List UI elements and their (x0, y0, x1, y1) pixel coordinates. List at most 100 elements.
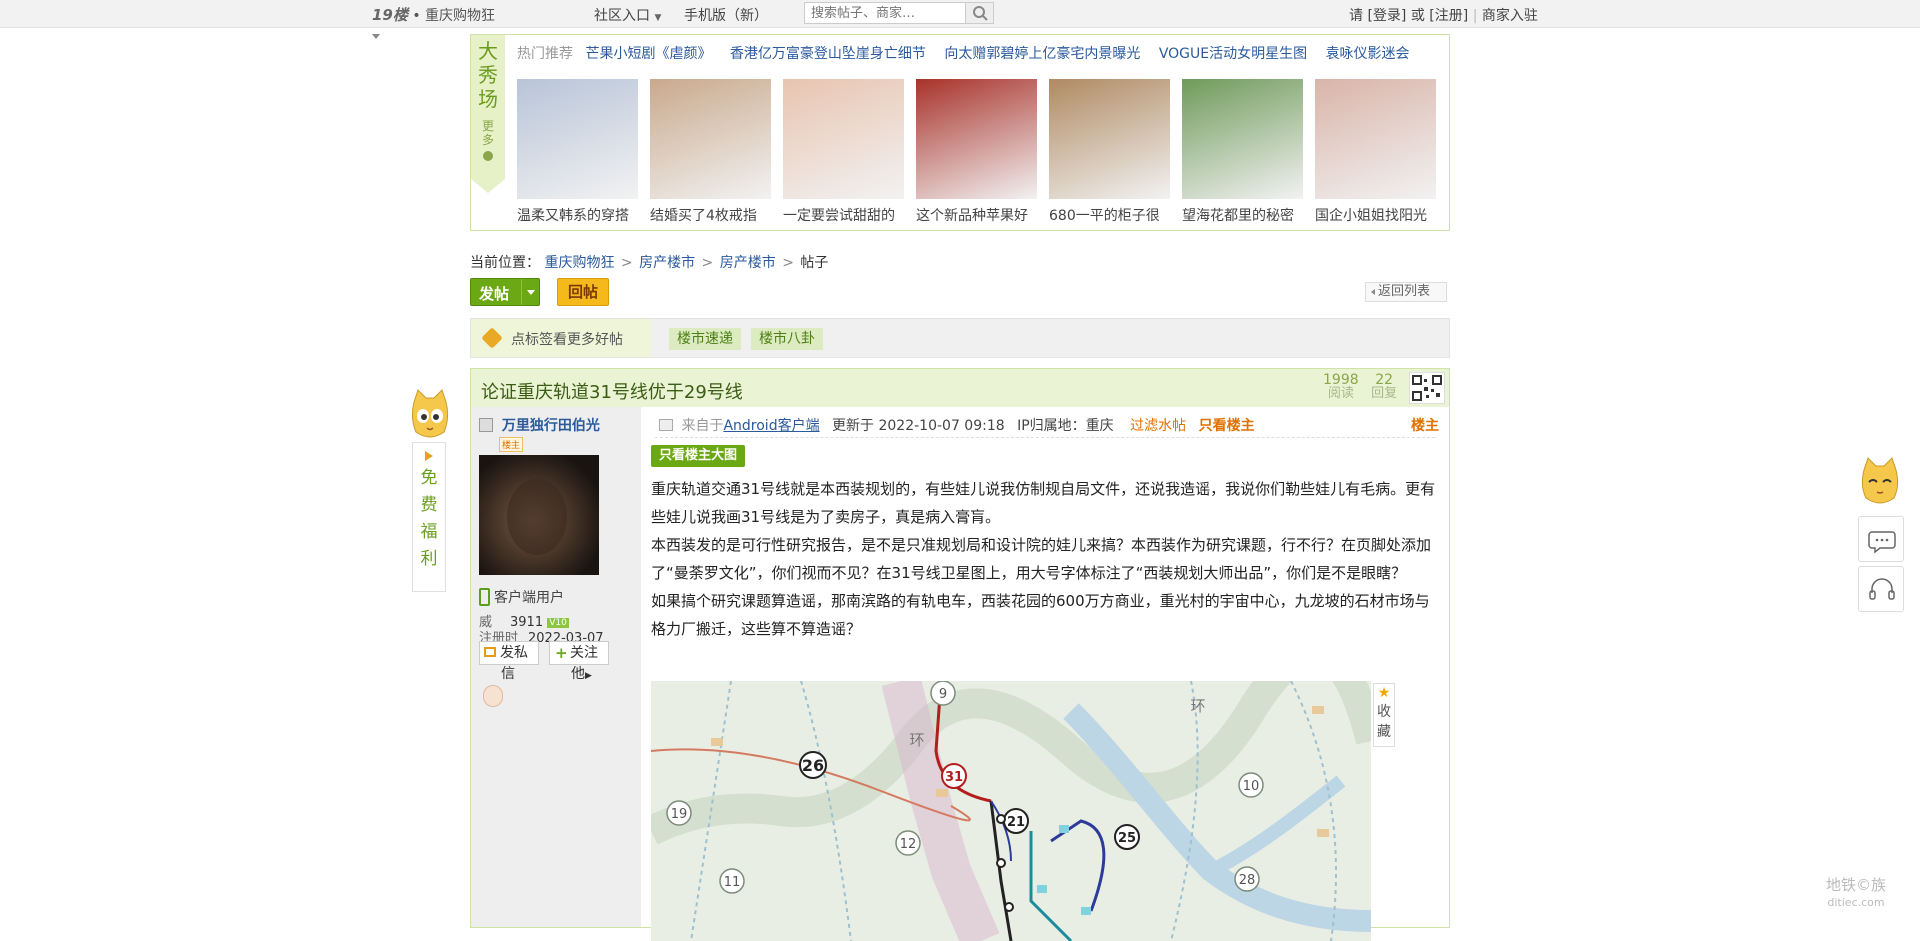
chevron-right-icon: ▶ (585, 671, 592, 681)
thumbnail-image[interactable] (650, 79, 771, 199)
thumbnail-item[interactable]: 680一平的柜子很 (1049, 79, 1170, 225)
author-name-row: 万里独行田伯光 (479, 415, 600, 435)
thumbnail-image[interactable] (517, 79, 638, 199)
hot-link[interactable]: 向太赠郭碧婷上亿豪宅内景曝光 (944, 46, 1140, 62)
thumbnail-item[interactable]: 温柔又韩系的穿搭 (517, 79, 638, 225)
thread-title-bar: 论证重庆轨道31号线优于29号线 1998 阅读 22 回复 (471, 369, 1449, 407)
mobile-version-link[interactable]: 手机版（新） (684, 5, 768, 25)
reply-button[interactable]: 回帖 (557, 278, 609, 306)
follow-button[interactable]: 关注 (549, 641, 609, 665)
only-owner-link[interactable]: 只看楼主 (1199, 418, 1255, 434)
edit-icon (659, 419, 673, 431)
thumbnail-caption[interactable]: 温柔又韩系的穿搭 (517, 205, 638, 225)
breadcrumb-link[interactable]: 房产楼市 (639, 255, 695, 271)
thumbnail-caption[interactable]: 国企小姐姐找阳光 (1315, 205, 1436, 225)
chat-icon (1868, 531, 1896, 554)
star-icon: ★ (1377, 685, 1391, 701)
breadcrumb-label: 当前位置： (470, 255, 540, 271)
showcase-tag[interactable]: 大秀场 更多 (471, 35, 505, 193)
chat-button[interactable] (1858, 516, 1904, 562)
breadcrumb-link[interactable]: 房产楼市 (720, 255, 776, 271)
breadcrumb: 当前位置： 重庆购物狂 > 房产楼市 > 房产楼市 > 帖子 (470, 252, 828, 272)
right-float-toolbar (1858, 456, 1906, 612)
breadcrumb-current: 帖子 (800, 255, 829, 271)
follow-label-cont: 他▶ (571, 663, 592, 683)
search-input[interactable] (805, 3, 965, 23)
site-name: 重庆购物狂 (425, 8, 496, 24)
site-brand[interactable]: 19楼 • 重庆购物狂 (372, 4, 495, 25)
watermark: 地铁©族 ditiec.com (1826, 876, 1886, 912)
search-button[interactable] (965, 3, 993, 23)
hot-link[interactable]: VOGUE活动女明星生图 (1159, 46, 1307, 62)
post-paragraph: 如果搞个研究课题算造谣，那南滨路的有轨电车，西装花园的600万方商业，重光村的宇… (651, 592, 1430, 638)
breadcrumb-separator: > (620, 255, 633, 271)
thumbnail-caption[interactable]: 望海花都里的秘密 (1182, 205, 1303, 225)
tag-chip[interactable]: 楼市速递 (669, 328, 741, 350)
back-to-list-button[interactable]: 返回列表 (1365, 282, 1447, 302)
play-icon (425, 451, 433, 461)
showcase-banner: 大秀场 更多 热门推荐 芒果小短剧《虐颜》 香港亿万富豪登山坠崖身亡细节 向太赠… (470, 34, 1450, 231)
thumbnail-item[interactable]: 望海花都里的秘密 (1182, 79, 1303, 225)
thumbnail-item[interactable]: 国企小姐姐找阳光 (1315, 79, 1436, 225)
thumbnail-item[interactable]: 这个新品种苹果好 (916, 79, 1037, 225)
new-post-button[interactable]: 发帖 (470, 278, 540, 306)
map-label: 31 (945, 770, 963, 785)
community-entry-menu[interactable]: 社区入口 ▼ (594, 5, 661, 25)
thumbnail-caption[interactable]: 结婚买了4枚戒指 (650, 205, 771, 225)
send-message-button[interactable]: 发私 (479, 641, 539, 665)
source-link[interactable]: Android客户端 (723, 418, 819, 434)
post-map-image[interactable]: 26 19 12 11 9 环 31 21 25 环 10 28 (651, 681, 1371, 941)
views-label: 阅读 (1327, 386, 1354, 401)
only-owner-images-button[interactable]: 只看楼主大图 (651, 445, 746, 467)
qr-code-icon[interactable] (1409, 372, 1445, 404)
cat-mascot-icon[interactable] (1858, 456, 1902, 508)
map-label: 12 (900, 837, 917, 852)
post-options-dropdown[interactable] (521, 279, 539, 305)
headset-icon (1869, 578, 1895, 600)
dropdown-arrow-icon[interactable] (372, 34, 380, 39)
map-label: 25 (1118, 831, 1136, 846)
free-benefits-float[interactable]: 免 费 福 利 (408, 388, 449, 592)
post-main: 来自于Android客户端 更新于 2022-10-07 09:18 IP归属地… (641, 407, 1449, 941)
search-box (804, 2, 994, 24)
thumbnail-caption[interactable]: 这个新品种苹果好 (916, 205, 1037, 225)
post-ip: IP归属地：重庆 (1017, 418, 1114, 434)
hot-link[interactable]: 袁咏仪影迷会 (1326, 46, 1410, 62)
thumbnail-image[interactable] (1182, 79, 1303, 199)
free-benefits-box[interactable]: 免 费 福 利 (412, 442, 446, 592)
thumbnail-image[interactable] (1315, 79, 1436, 199)
medal-icon[interactable] (483, 685, 503, 707)
thumbnail-item[interactable]: 一定要尝试甜甜的 (783, 79, 904, 225)
customer-service-button[interactable] (1858, 566, 1904, 612)
register-link[interactable]: [注册] (1429, 8, 1468, 24)
filter-water-posts[interactable]: 过滤水帖 (1130, 418, 1186, 434)
post-paragraph: 重庆轨道交通31号线就是本西装规划的，有些娃儿说我仿制规自局文件，还说我造谣，我… (651, 480, 1436, 526)
views-stat: 1998 阅读 (1323, 373, 1359, 401)
avatar[interactable] (479, 455, 599, 575)
thumbnail-caption[interactable]: 680一平的柜子很 (1049, 205, 1170, 225)
tag-chip[interactable]: 楼市八卦 (751, 328, 823, 350)
login-link[interactable]: [登录] (1367, 8, 1406, 24)
watermark-line2: ditiec.com (1827, 896, 1885, 909)
merchant-join-link[interactable]: 商家入驻 (1482, 8, 1538, 24)
showcase-more-link[interactable]: 更多 (482, 119, 494, 147)
hot-link[interactable]: 芒果小短剧《虐颜》 (585, 46, 711, 62)
map-label: 9 (939, 687, 947, 702)
author-name[interactable]: 万里独行田伯光 (502, 418, 600, 434)
map-label: 10 (1243, 779, 1260, 794)
hot-link[interactable]: 香港亿万富豪登山坠崖身亡细节 (730, 46, 926, 62)
favorite-button[interactable]: ★ 收藏 (1373, 683, 1395, 747)
send-message-label: 发私 (500, 645, 528, 661)
thumbnail-image[interactable] (916, 79, 1037, 199)
free-benefits-char: 福 (420, 522, 438, 542)
map-label: 28 (1239, 873, 1256, 888)
owner-badge: 楼主 (499, 437, 524, 452)
chevron-down-icon: ▼ (654, 13, 662, 23)
thumbnail-image[interactable] (783, 79, 904, 199)
breadcrumb-link[interactable]: 重庆购物狂 (544, 255, 614, 271)
thumbnail-caption[interactable]: 一定要尝试甜甜的 (783, 205, 904, 225)
thumbnail-item[interactable]: 结婚买了4枚戒指 (650, 79, 771, 225)
brand-separator: • (412, 8, 421, 24)
free-benefits-char: 利 (420, 549, 438, 569)
thumbnail-image[interactable] (1049, 79, 1170, 199)
